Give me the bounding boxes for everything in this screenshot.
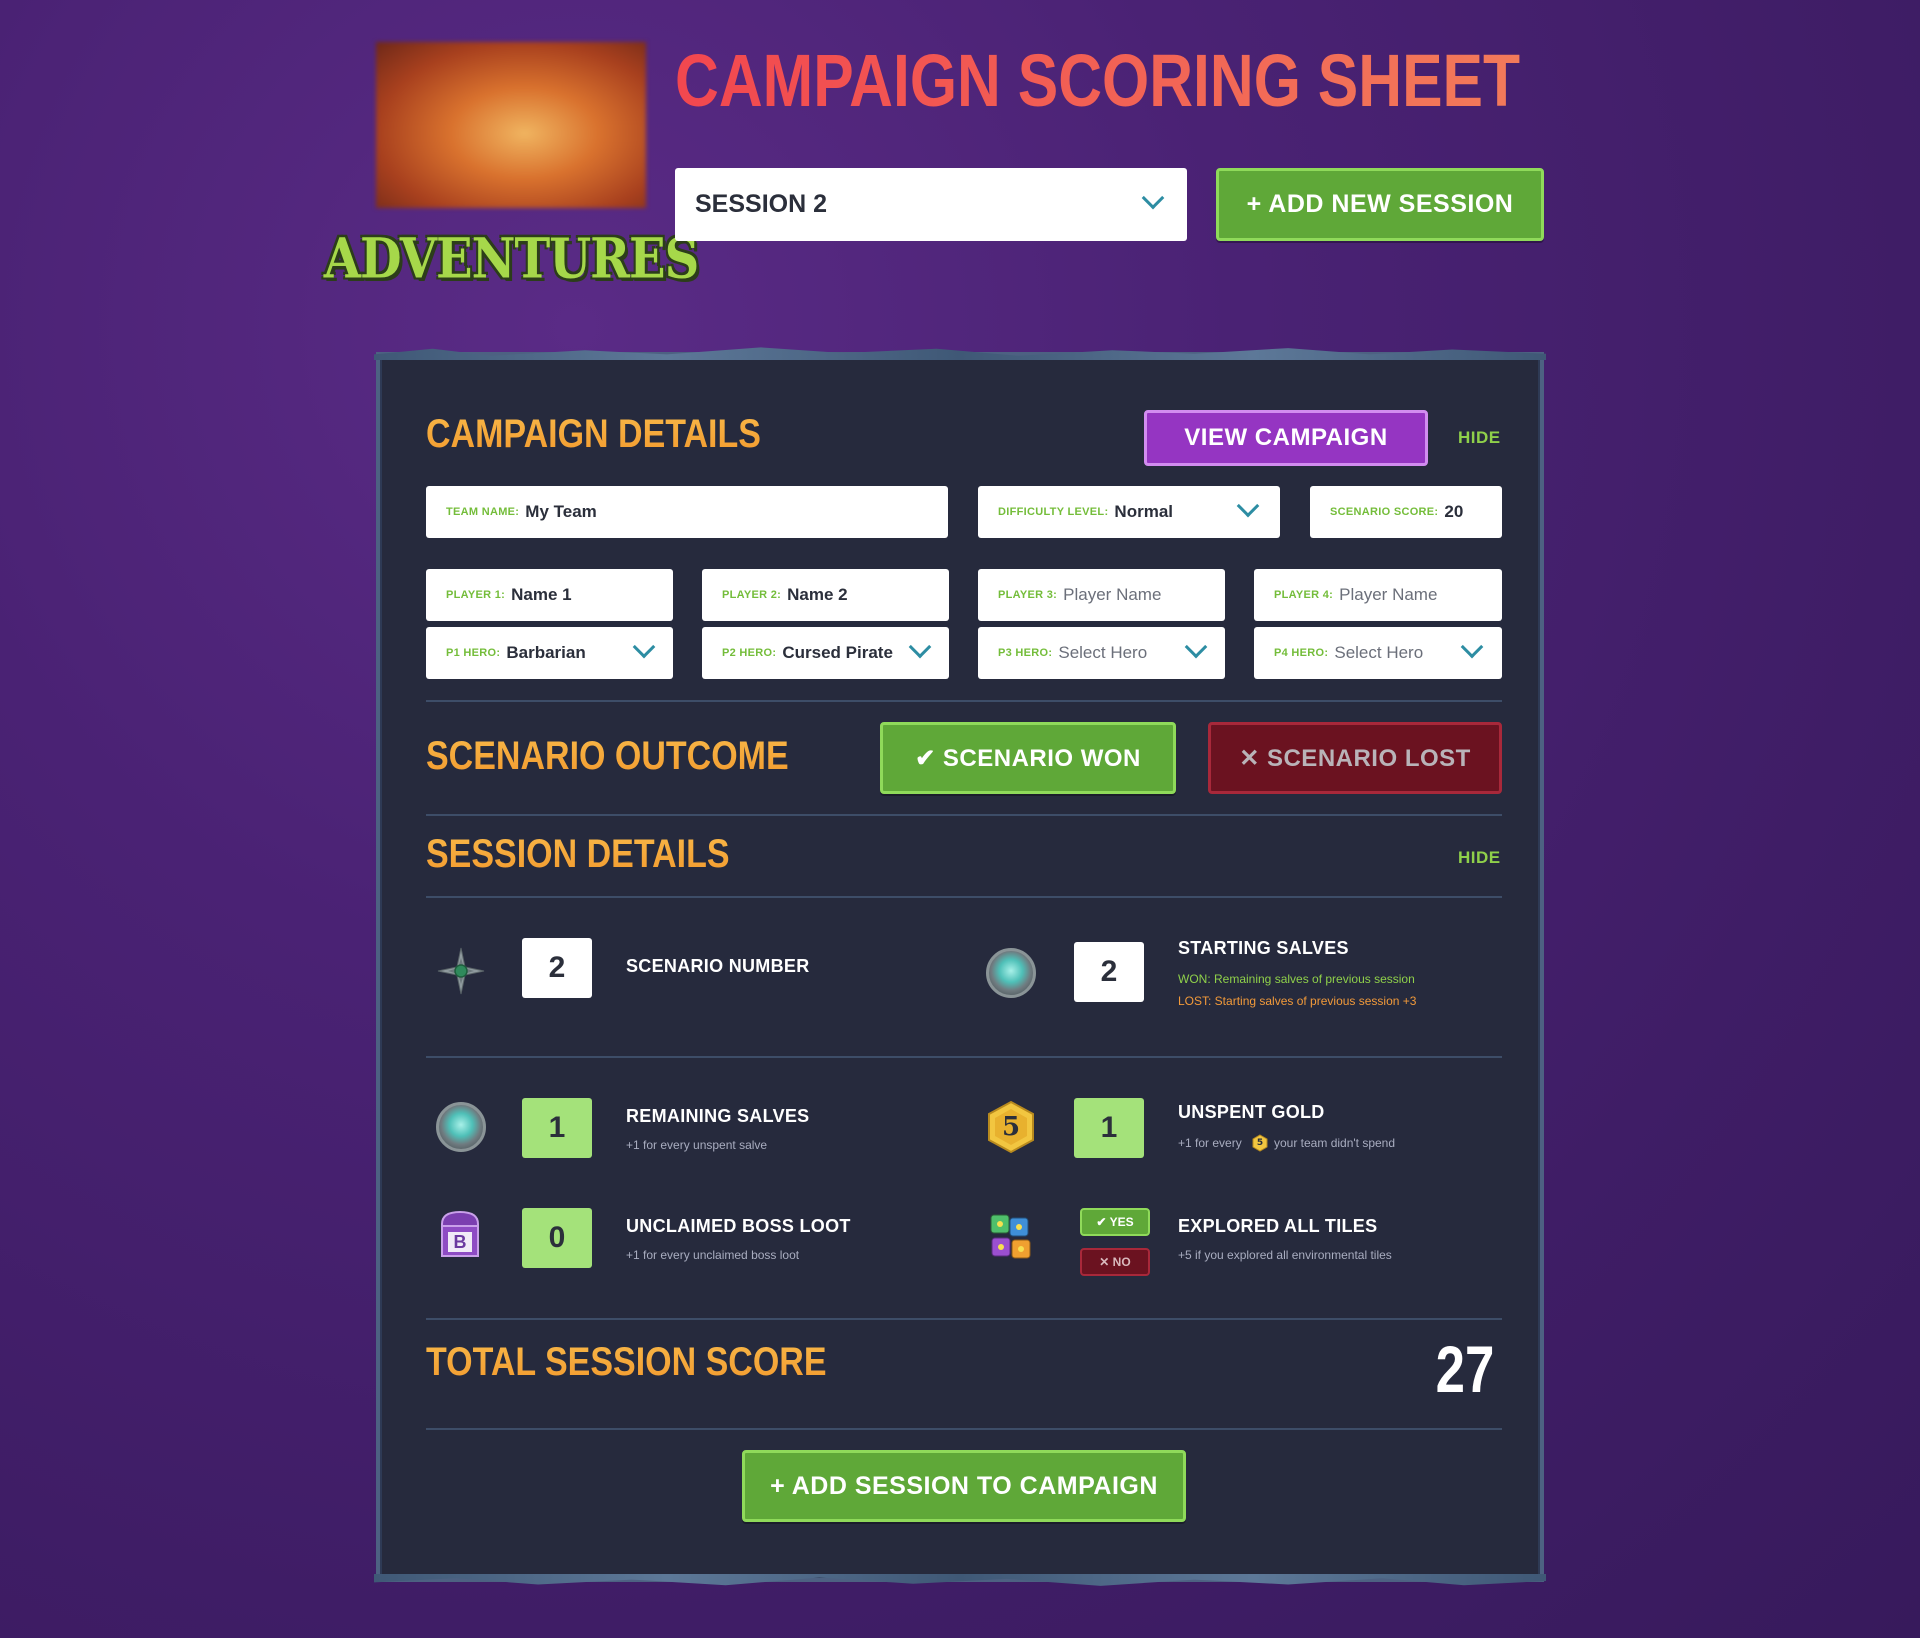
- scenario-lost-button[interactable]: ✕ SCENARIO LOST: [1208, 722, 1502, 794]
- player-1-label: PLAYER 1:: [446, 589, 506, 601]
- player-2-value: Name 2: [787, 585, 848, 604]
- salve-orb-icon: [986, 948, 1036, 998]
- page-title: CAMPAIGN SCORING SHEET: [675, 36, 1520, 126]
- boss-loot-label: UNCLAIMED BOSS LOOT: [626, 1216, 851, 1236]
- scoring-panel: CAMPAIGN DETAILS VIEW CAMPAIGN HIDE TEAM…: [376, 352, 1544, 1582]
- p3-hero-label: P3 HERO:: [998, 647, 1053, 659]
- chevron-down-icon: [632, 635, 656, 659]
- divider: [426, 896, 1502, 898]
- scenario-number-input[interactable]: 2: [522, 938, 592, 998]
- campaign-details-heading: CAMPAIGN DETAILS: [426, 412, 761, 456]
- total-session-score-value: 27: [1435, 1332, 1494, 1406]
- remaining-salves-label: REMAINING SALVES: [626, 1106, 810, 1126]
- scenario-number-label: SCENARIO NUMBER: [626, 956, 810, 976]
- p1-hero-value: Barbarian: [506, 643, 586, 662]
- session-select[interactable]: SESSION 2: [675, 168, 1187, 241]
- scenario-score-field[interactable]: SCENARIO SCORE: 20: [1310, 486, 1502, 538]
- player-2-field[interactable]: PLAYER 2: Name 2: [702, 569, 949, 621]
- p4-hero-placeholder: Select Hero: [1334, 643, 1424, 662]
- p4-hero-select[interactable]: P4 HERO: Select Hero: [1254, 627, 1502, 679]
- view-campaign-button[interactable]: VIEW CAMPAIGN: [1144, 410, 1428, 466]
- divider: [426, 1428, 1502, 1430]
- boss-loot-value[interactable]: 0: [522, 1208, 592, 1268]
- p2-hero-value: Cursed Pirate: [782, 643, 893, 662]
- session-details-heading: SESSION DETAILS: [426, 832, 730, 876]
- difficulty-label: DIFFICULTY LEVEL:: [998, 506, 1109, 518]
- divider: [426, 1056, 1502, 1058]
- player-3-field[interactable]: PLAYER 3: Player Name: [978, 569, 1225, 621]
- unspent-gold-label: UNSPENT GOLD: [1178, 1102, 1325, 1122]
- remaining-salves-value[interactable]: 1: [522, 1098, 592, 1158]
- chevron-down-icon: [1141, 186, 1165, 210]
- scenario-won-button[interactable]: ✔ SCENARIO WON: [880, 722, 1176, 794]
- hide-campaign-link[interactable]: HIDE: [1458, 428, 1501, 448]
- p2-hero-label: P2 HERO:: [722, 647, 777, 659]
- hide-session-link[interactable]: HIDE: [1458, 848, 1501, 868]
- explored-note: +5 if you explored all environmental til…: [1178, 1248, 1392, 1262]
- chevron-down-icon: [908, 635, 932, 659]
- difficulty-value: Normal: [1114, 502, 1173, 521]
- boss-loot-letter: B: [453, 1231, 467, 1252]
- unspent-gold-note-b: your team didn't spend: [1274, 1136, 1396, 1150]
- player-3-placeholder: Player Name: [1063, 585, 1162, 604]
- team-name-label: TEAM NAME:: [446, 506, 520, 518]
- player-3-label: PLAYER 3:: [998, 589, 1058, 601]
- add-new-session-button[interactable]: + ADD NEW SESSION: [1216, 168, 1544, 241]
- p1-hero-select[interactable]: P1 HERO: Barbarian: [426, 627, 673, 679]
- salve-orb-icon: [436, 1102, 486, 1152]
- starting-salves-label: STARTING SALVES: [1178, 938, 1349, 958]
- divider: [426, 814, 1502, 816]
- gold-coin-value: 5: [1001, 1112, 1021, 1142]
- chevron-down-icon: [1460, 635, 1484, 659]
- starting-salves-lost-note: LOST: Starting salves of previous sessio…: [1178, 994, 1417, 1008]
- adventures-logo: ADVENTURES: [323, 226, 699, 292]
- session-select-value: SESSION 2: [695, 190, 827, 218]
- explored-no-button[interactable]: ✕ NO: [1080, 1248, 1150, 1276]
- starting-salves-input[interactable]: 2: [1074, 942, 1144, 1002]
- p1-hero-label: P1 HERO:: [446, 647, 501, 659]
- team-name-value: My Team: [525, 502, 597, 521]
- unspent-gold-value[interactable]: 1: [1074, 1098, 1144, 1158]
- player-1-value: Name 1: [511, 585, 572, 604]
- p4-hero-label: P4 HERO:: [1274, 647, 1329, 659]
- team-name-field[interactable]: TEAM NAME: My Team: [426, 486, 948, 538]
- player-4-field[interactable]: PLAYER 4: Player Name: [1254, 569, 1502, 621]
- boss-loot-note: +1 for every unclaimed boss loot: [626, 1248, 800, 1262]
- scenario-score-label: SCENARIO SCORE:: [1330, 506, 1439, 518]
- campaign-cover-image: [376, 42, 646, 208]
- chevron-down-icon: [1236, 494, 1260, 518]
- divider: [426, 1318, 1502, 1320]
- add-session-to-campaign-button[interactable]: + ADD SESSION TO CAMPAIGN: [742, 1450, 1186, 1522]
- player-2-label: PLAYER 2:: [722, 589, 782, 601]
- player-4-label: PLAYER 4:: [1274, 589, 1334, 601]
- unspent-gold-note-a: +1 for every: [1178, 1136, 1242, 1150]
- p3-hero-select[interactable]: P3 HERO: Select Hero: [978, 627, 1225, 679]
- player-1-field[interactable]: PLAYER 1: Name 1: [426, 569, 673, 621]
- explored-yes-button[interactable]: ✔ YES: [1080, 1208, 1150, 1236]
- scenario-outcome-heading: SCENARIO OUTCOME: [426, 734, 789, 778]
- player-4-placeholder: Player Name: [1339, 585, 1438, 604]
- p2-hero-select[interactable]: P2 HERO: Cursed Pirate: [702, 627, 949, 679]
- remaining-salves-note: +1 for every unspent salve: [626, 1138, 768, 1152]
- total-session-score-heading: TOTAL SESSION SCORE: [426, 1340, 827, 1384]
- p3-hero-placeholder: Select Hero: [1058, 643, 1148, 662]
- explored-label: EXPLORED ALL TILES: [1178, 1216, 1378, 1236]
- compass-star-icon: [437, 947, 485, 995]
- small-gold-coin-value: 5: [1256, 1138, 1264, 1148]
- difficulty-select[interactable]: DIFFICULTY LEVEL: Normal: [978, 486, 1280, 538]
- divider: [426, 700, 1502, 702]
- chevron-down-icon: [1184, 635, 1208, 659]
- scenario-score-value: 20: [1444, 502, 1464, 521]
- tiles-dice-icon: [990, 1214, 1031, 1259]
- starting-salves-won-note: WON: Remaining salves of previous sessio…: [1178, 972, 1415, 986]
